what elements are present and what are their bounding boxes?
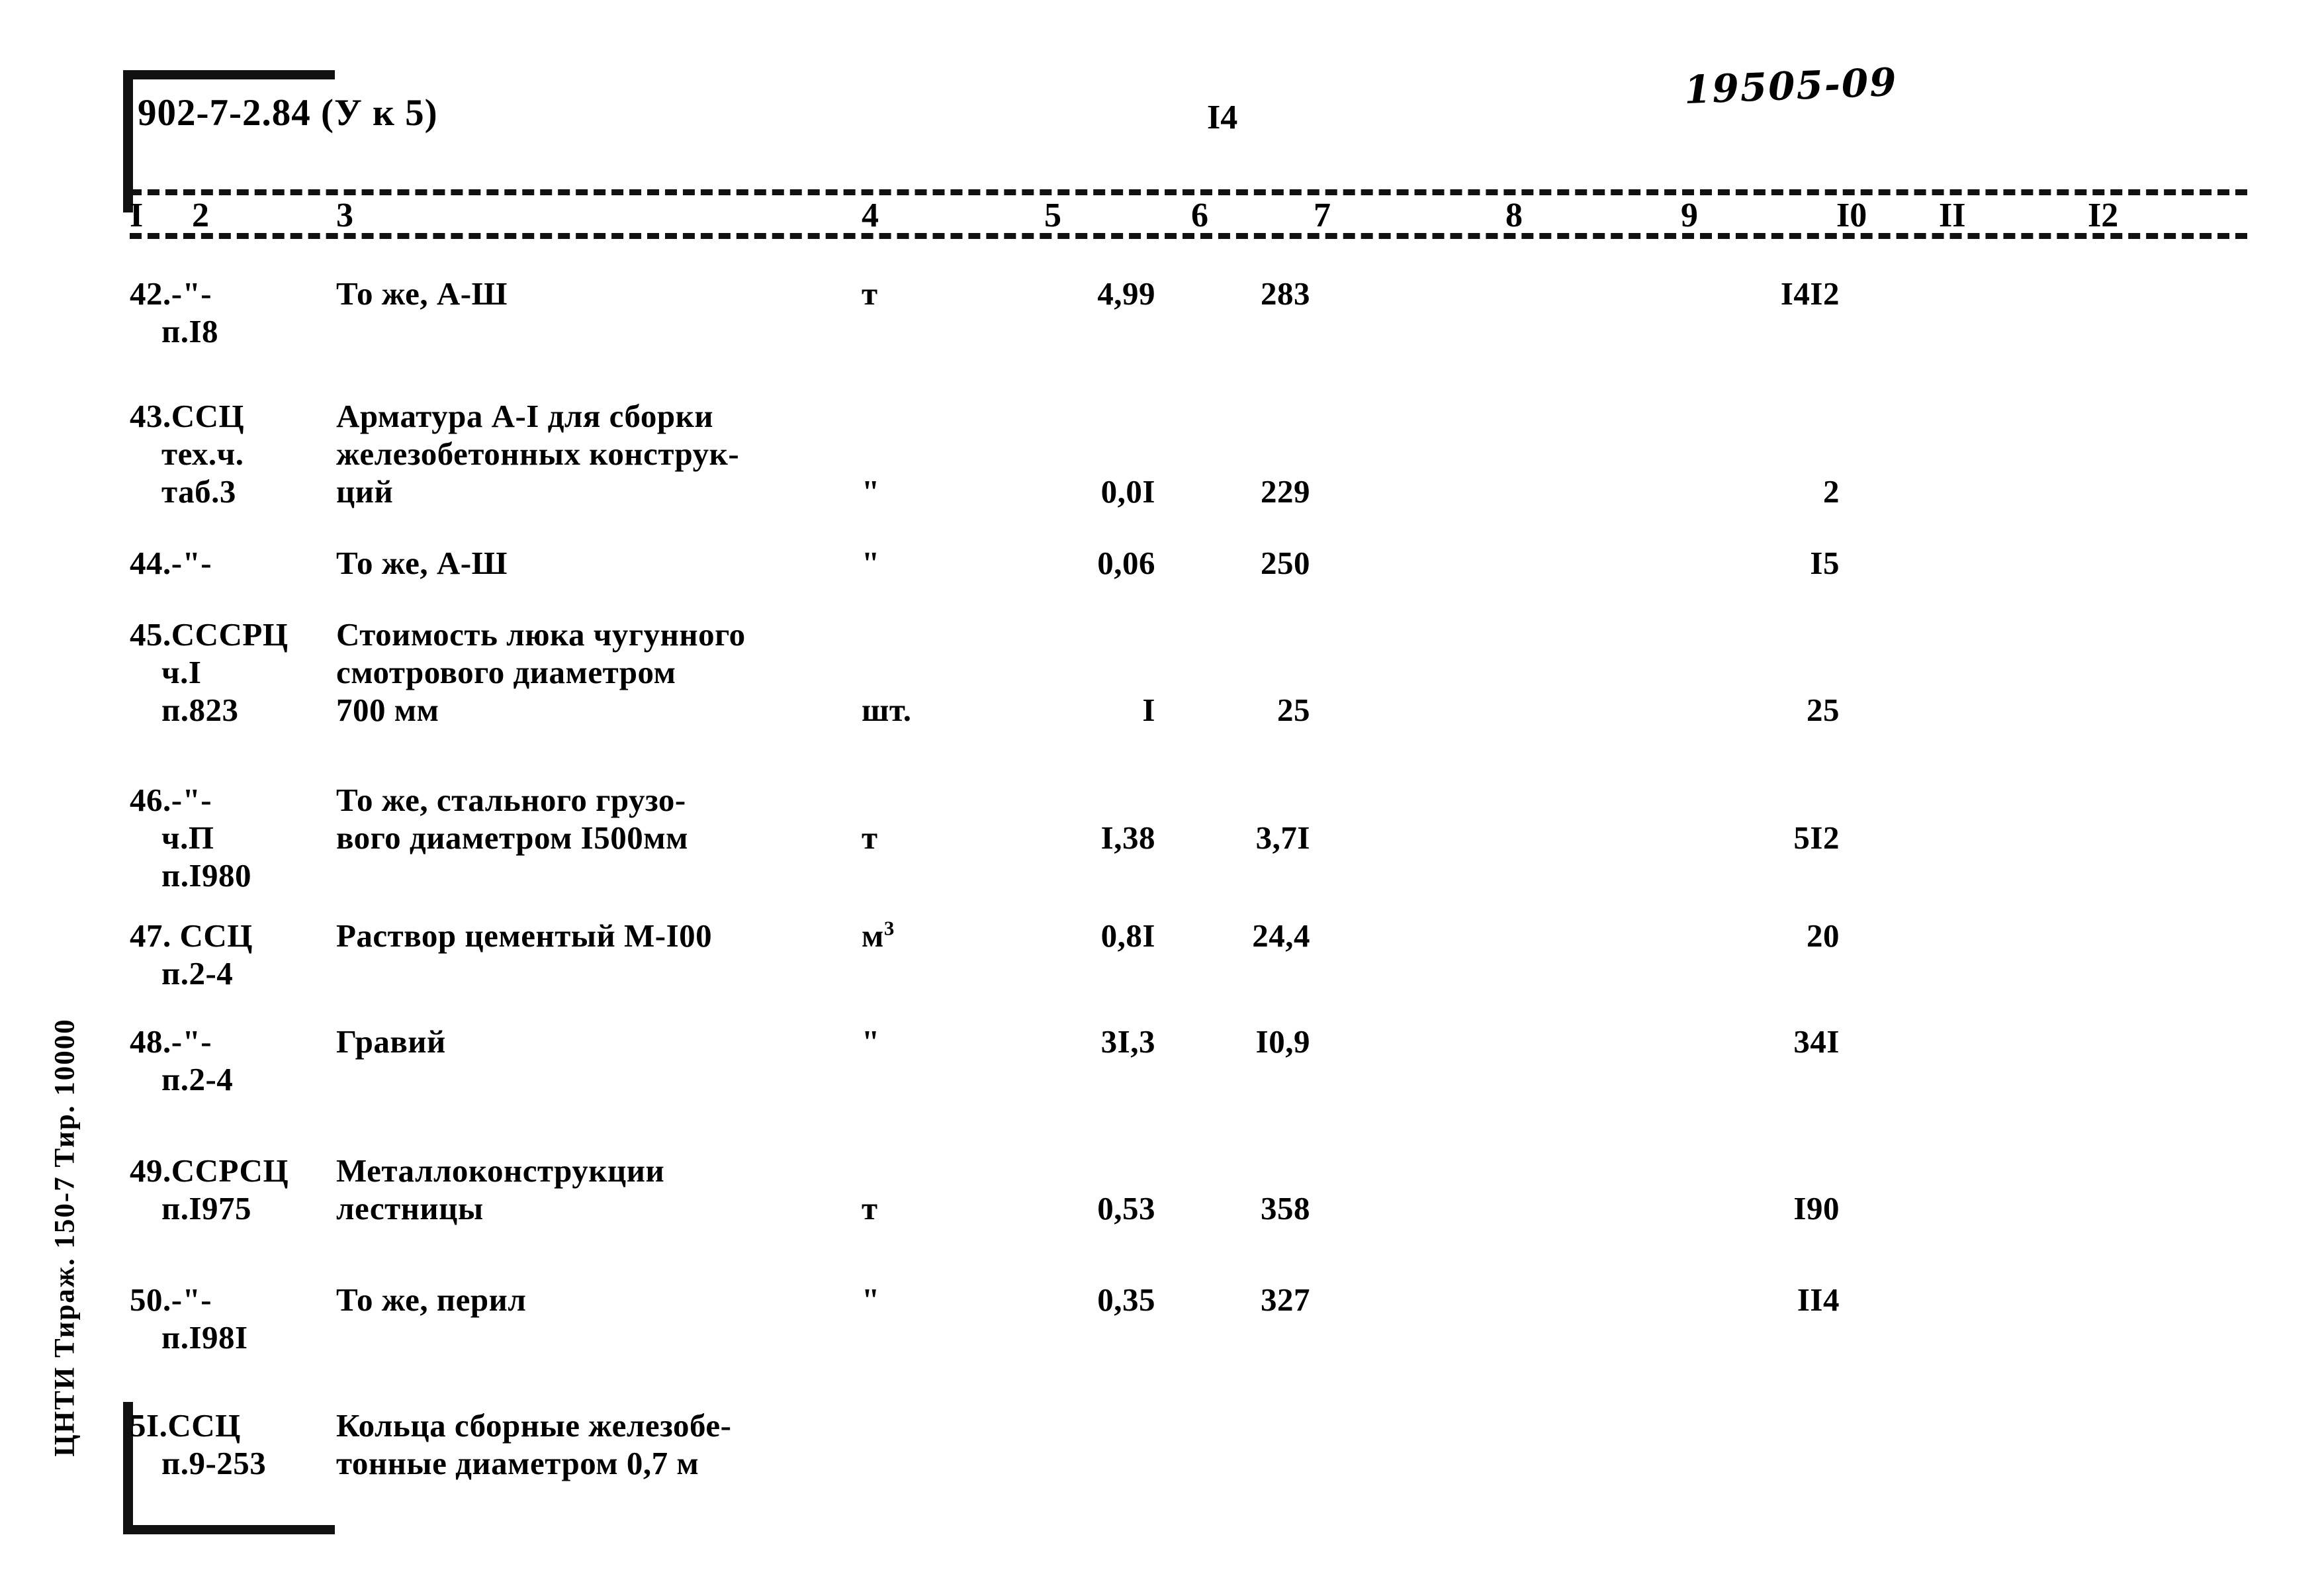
row-total-cost: 25: [1807, 692, 1840, 728]
row-unit-exponent: 3: [883, 916, 895, 940]
row-description-line: Раствор цементый М-I00: [336, 917, 713, 954]
row-unit-price: 3,7I: [1255, 819, 1310, 856]
column-number-11: II: [1939, 197, 1966, 234]
row-description-line: ций: [336, 473, 394, 510]
row-description-line: лестницы: [336, 1190, 484, 1227]
row-reference: п.2-4: [161, 955, 234, 992]
row-quantity: 4,99: [1097, 275, 1155, 312]
row-quantity: 3I,3: [1100, 1023, 1155, 1060]
row-quantity: 0,35: [1097, 1281, 1155, 1318]
row-unit: м3: [862, 916, 895, 954]
row-quantity: 0,06: [1097, 545, 1155, 581]
row-quantity: 0,0I: [1100, 473, 1155, 510]
row-position-code: 48.-"-: [130, 1023, 212, 1060]
handwritten-archive-number: 19505-09: [1683, 59, 1899, 113]
frame-corner-top-mark: [123, 70, 335, 79]
column-number-8: 8: [1505, 197, 1523, 234]
row-total-cost: 20: [1807, 917, 1840, 954]
row-reference: п.I98I: [161, 1319, 248, 1356]
row-unit-price: 24,4: [1252, 917, 1310, 954]
row-reference: п.2-4: [161, 1061, 234, 1097]
row-description-line: То же, А-Ш: [336, 275, 508, 312]
row-position-code: 46.-"-: [130, 782, 212, 818]
row-unit: т: [862, 1190, 878, 1227]
row-unit-price: 250: [1261, 545, 1310, 581]
side-imprint: ЦНТИ Тираж. 150-7 Тир. 10000: [49, 1018, 81, 1457]
column-number-6: 6: [1191, 197, 1208, 234]
column-number-12: I2: [2088, 197, 2119, 234]
row-description-line: Металлоконструкции: [336, 1152, 665, 1189]
row-position-code: 42.-"-: [130, 275, 212, 312]
row-unit: т: [862, 819, 878, 856]
column-number-3: 3: [336, 197, 353, 234]
column-number-7: 7: [1314, 197, 1331, 234]
column-number-5: 5: [1044, 197, 1061, 234]
column-number-10: I0: [1836, 197, 1867, 234]
row-unit: ": [862, 1281, 880, 1318]
row-quantity: 0,8I: [1100, 917, 1155, 954]
row-unit: ": [862, 473, 880, 510]
row-unit: ": [862, 545, 880, 581]
row-description-line: То же, А-Ш: [336, 545, 508, 581]
row-description-line: 700 мм: [336, 692, 439, 728]
row-total-cost: I90: [1793, 1190, 1840, 1227]
table-rule-bottom: [130, 233, 2247, 239]
row-total-cost: 2: [1823, 473, 1840, 510]
row-position-code: 47. ССЦ: [130, 917, 253, 954]
row-unit-price: 327: [1261, 1281, 1310, 1318]
row-unit-price: 229: [1261, 473, 1310, 510]
column-number-1: I: [130, 197, 144, 234]
row-total-cost: II4: [1797, 1281, 1840, 1318]
row-description-line: Гравий: [336, 1023, 446, 1060]
row-description-line: Кольца сборные железобе-: [336, 1407, 732, 1444]
row-unit: ": [862, 1023, 880, 1060]
row-total-cost: I5: [1810, 545, 1840, 581]
row-unit-price: 358: [1261, 1190, 1310, 1227]
row-total-cost: I4I2: [1780, 275, 1840, 312]
row-quantity: 0,53: [1097, 1190, 1155, 1227]
document-code: 902-7-2.84 (У к 5): [138, 92, 438, 134]
row-total-cost: 5I2: [1793, 819, 1840, 856]
row-description-line: То же, перил: [336, 1281, 527, 1318]
row-description-line: Стоимость люка чугунного: [336, 616, 746, 653]
row-description-line: вого диаметром I500мм: [336, 819, 688, 856]
row-reference: п.I8: [161, 313, 219, 349]
row-unit-price: 25: [1277, 692, 1310, 728]
row-unit: шт.: [862, 692, 912, 728]
document-page: 902-7-2.84 (У к 5) I4 19505-09 I23456789…: [0, 0, 2324, 1578]
row-position-code: 44.-"-: [130, 545, 212, 581]
column-number-4: 4: [862, 197, 879, 234]
row-position-code: 45.СССРЦ: [130, 616, 289, 653]
row-quantity: I: [1142, 692, 1155, 728]
row-description-line: тонные диаметром 0,7 м: [336, 1445, 699, 1481]
row-reference: п.I980: [161, 857, 252, 894]
row-description-line: железобетонных конструк-: [336, 436, 740, 472]
row-position-code: 43.ССЦ: [130, 398, 245, 434]
row-position-code: 50.-"-: [130, 1281, 212, 1318]
frame-corner-bottom-mark: [123, 1525, 335, 1534]
row-description-line: смотрового диаметром: [336, 654, 676, 690]
page-number: I4: [1207, 99, 1238, 136]
row-unit-price: I0,9: [1255, 1023, 1310, 1060]
table-rule-top: [130, 189, 2247, 195]
row-quantity: I,38: [1100, 819, 1155, 856]
row-unit: т: [862, 275, 878, 312]
row-unit-price: 283: [1261, 275, 1310, 312]
row-description-line: То же, стального грузо-: [336, 782, 686, 818]
row-position-code: 5I.ССЦ: [130, 1407, 241, 1444]
column-number-9: 9: [1681, 197, 1698, 234]
column-number-2: 2: [192, 197, 209, 234]
row-total-cost: 34I: [1793, 1023, 1840, 1060]
row-description-line: Арматура А-I для сборки: [336, 398, 714, 434]
row-position-code: 49.ССРСЦ: [130, 1152, 289, 1189]
